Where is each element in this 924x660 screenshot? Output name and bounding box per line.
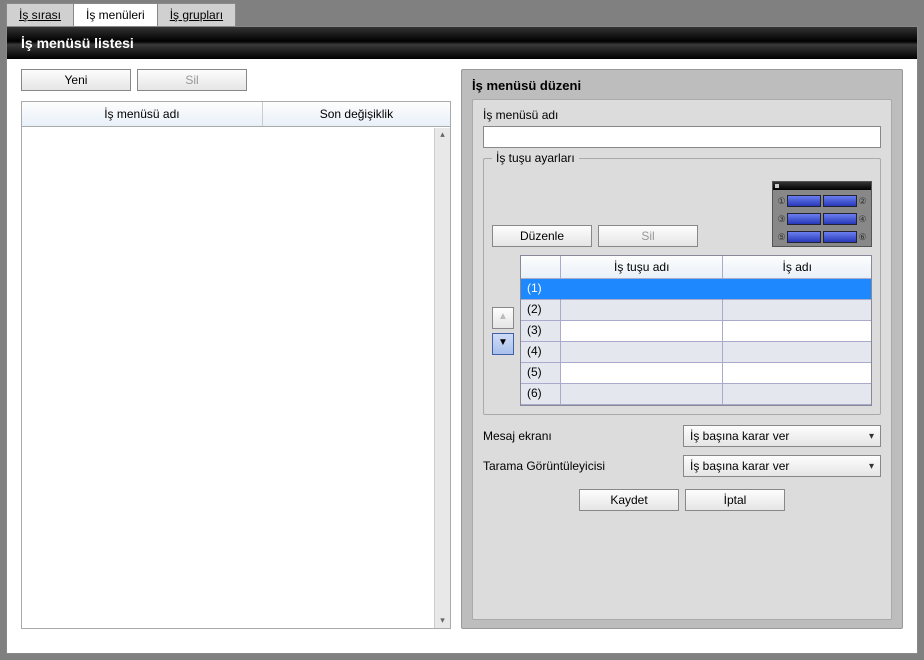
layout-preview: ①② ③④ ⑤⑥ [772,181,872,247]
key-settings-group: İş tuşu ayarları Düzenle Sil ①② ③④ ⑤⑥ [483,158,881,415]
left-pane: Yeni Sil İş menüsü adı Son değişiklik ▴ … [21,69,451,629]
tab-bar: İş sırası İş menüleri İş grupları [0,0,924,26]
table-row[interactable]: (4) [521,342,871,363]
edit-button[interactable]: Düzenle [492,225,592,247]
col-job-name[interactable]: İş adı [723,256,871,279]
panel-title: İş menüsü düzeni [472,78,892,93]
tab-job-menus[interactable]: İş menüleri [73,3,158,26]
move-up-button[interactable]: ▲ [492,307,514,329]
menu-name-input[interactable] [483,126,881,148]
table-row[interactable]: (1) [521,279,871,300]
col-index [521,256,561,279]
col-menu-name[interactable]: İş menüsü adı [22,102,263,126]
scan-viewer-label: Tarama Görüntüleyicisi [483,459,683,473]
table-row[interactable]: (2) [521,300,871,321]
col-key-name[interactable]: İş tuşu adı [561,256,723,279]
message-screen-select[interactable]: İş başına karar ver [683,425,881,447]
page-title: İş menüsü listesi [7,27,917,59]
tab-job-groups[interactable]: İş grupları [157,3,236,26]
list-scrollbar[interactable]: ▴ ▾ [434,128,450,628]
table-row[interactable]: (6) [521,384,871,405]
table-row[interactable]: (3) [521,321,871,342]
cancel-button[interactable]: İptal [685,489,785,511]
menu-name-label: İş menüsü adı [483,108,881,122]
key-grid: İş tuşu adı İş adı (1)(2)(3)(4)(5)(6) [520,255,872,406]
reorder-arrows: ▲ ▼ [492,255,514,406]
scan-viewer-select[interactable]: İş başına karar ver [683,455,881,477]
new-button[interactable]: Yeni [21,69,131,91]
delete-key-button[interactable]: Sil [598,225,698,247]
move-down-button[interactable]: ▼ [492,333,514,355]
right-panel: İş menüsü düzeni İş menüsü adı İş tuşu a… [461,69,903,629]
delete-button[interactable]: Sil [137,69,247,91]
scroll-up-icon[interactable]: ▴ [435,128,450,142]
col-last-modified[interactable]: Son değişiklik [263,102,450,126]
page: İş menüsü listesi Yeni Sil İş menüsü adı… [6,26,918,654]
save-button[interactable]: Kaydet [579,489,679,511]
scroll-down-icon[interactable]: ▾ [435,614,450,628]
menu-list-table: İş menüsü adı Son değişiklik ▴ ▾ [21,101,451,629]
key-settings-label: İş tuşu ayarları [492,151,579,165]
tab-job-order[interactable]: İş sırası [6,3,74,26]
content: Yeni Sil İş menüsü adı Son değişiklik ▴ … [7,59,917,639]
message-screen-label: Mesaj ekranı [483,429,683,443]
table-row[interactable]: (5) [521,363,871,384]
